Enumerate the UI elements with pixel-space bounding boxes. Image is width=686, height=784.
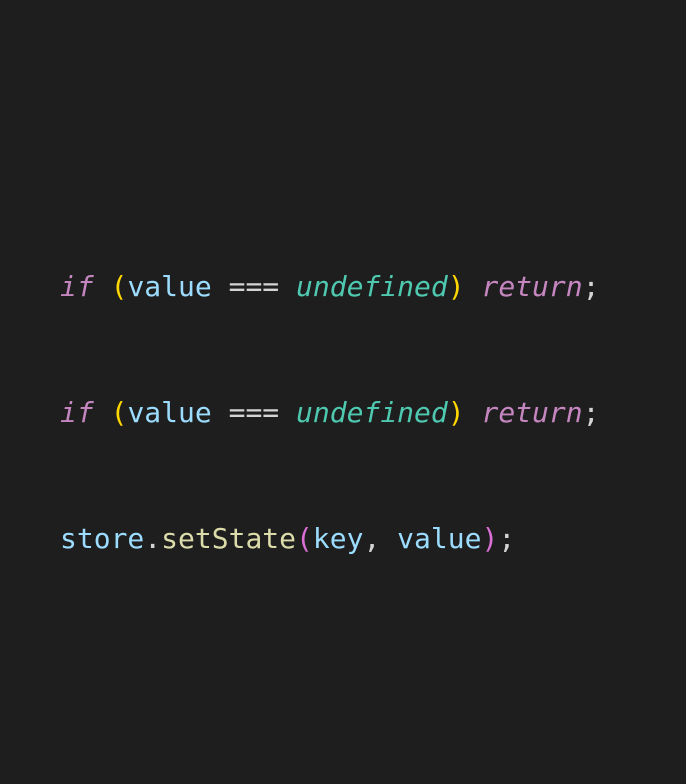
space [212,270,229,303]
keyword-return: return [481,396,582,429]
paren-open: ( [296,522,313,555]
space [94,270,111,303]
space [212,396,229,429]
method-setState: setState [161,522,296,555]
space [279,396,296,429]
semicolon: ; [498,522,515,555]
keyword-undefined: undefined [296,270,448,303]
space [94,396,111,429]
identifier-key: key [313,522,364,555]
space [279,270,296,303]
keyword-return: return [481,270,582,303]
code-line: store.setState(key, value); [60,518,599,560]
paren-close: ) [448,396,465,429]
space [465,270,482,303]
operator-strict-eq: === [229,270,280,303]
dot: . [144,522,161,555]
identifier-store: store [60,522,144,555]
keyword-if: if [60,396,94,429]
code-line: if (value === undefined) return; [60,392,599,434]
code-line: if (value === undefined) return; [60,266,599,308]
comma: , [363,522,380,555]
identifier-value: value [127,396,211,429]
space [465,396,482,429]
operator-strict-eq: === [229,396,280,429]
semicolon: ; [583,396,600,429]
paren-open: ( [111,270,128,303]
identifier-value: value [397,522,481,555]
paren-close: ) [448,270,465,303]
semicolon: ; [583,270,600,303]
code-block: if (value === undefined) return; if (val… [60,182,599,602]
paren-close: ) [481,522,498,555]
space [380,522,397,555]
identifier-value: value [127,270,211,303]
paren-open: ( [111,396,128,429]
keyword-undefined: undefined [296,396,448,429]
keyword-if: if [60,270,94,303]
